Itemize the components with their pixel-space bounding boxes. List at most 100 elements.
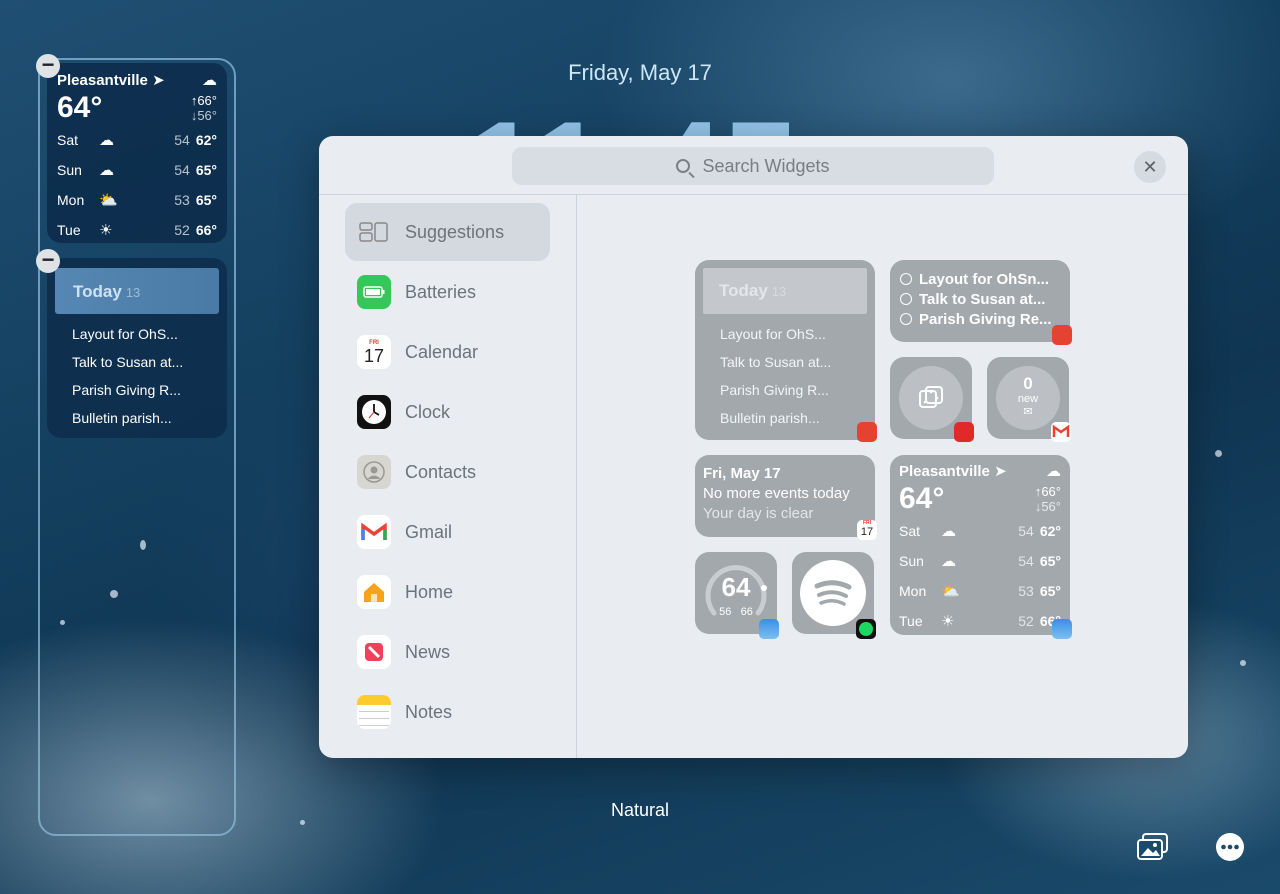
gmail-unread-label: new [1017, 393, 1039, 405]
checkbox-icon [900, 293, 912, 305]
search-widgets-field[interactable]: Search Widgets [512, 147, 994, 185]
weather-widget-lock[interactable]: Pleasantville ➤ ☁ 64° ↑66° ↓56° Sat ☁ 54 62… [47, 63, 227, 243]
wallpaper-style-label: Natural [610, 800, 670, 820]
sidebar-item-notes[interactable]: Notes [345, 683, 550, 741]
background-speck [1240, 660, 1246, 666]
dice-icon [899, 366, 963, 430]
reminder-item: Talk to Susan at... [720, 354, 832, 370]
sidebar-item-batteries[interactable]: Batteries [345, 263, 550, 321]
calendar-badge-icon: FRI 17 [857, 520, 877, 540]
sidebar-item-home[interactable]: Home [345, 563, 550, 621]
home-icon [357, 575, 391, 609]
reminders-widget-lock[interactable]: Today 13 Layout for OhS... Talk to Susan … [47, 258, 227, 438]
sidebar-item-contacts[interactable]: Contacts [345, 443, 550, 501]
weather-low: ↓56° [190, 108, 217, 123]
widget-suggestions-grid: Today 13 Layout for OhS... Talk to Susan … [577, 195, 1188, 758]
calendar-status: Your day is clear [703, 505, 814, 522]
calendar-widget-suggestion[interactable]: Fri, May 17 No more events today Your da… [695, 455, 875, 537]
todoist-badge-icon [857, 422, 877, 442]
sun-icon: ☀ [941, 613, 955, 630]
weather-city: Pleasantville ➤ [899, 463, 1007, 480]
reminder-item: Layout for OhS... [72, 326, 178, 342]
remove-widget-button[interactable]: − [36, 249, 60, 273]
background-speck [1215, 450, 1222, 457]
calendar-icon: FRI 17 [357, 335, 391, 369]
search-icon [676, 159, 691, 173]
weather-temp: 64° [899, 482, 945, 515]
gauge-low: 56 [719, 606, 732, 618]
photos-button[interactable] [1136, 832, 1168, 862]
cloud-icon: ☁ [202, 72, 217, 89]
gauge-temp: 64 [721, 572, 751, 602]
forecast-row: Mon ⛅ 53 65° [57, 192, 217, 209]
remove-widget-button[interactable]: − [36, 54, 60, 78]
app-badge-icon [954, 422, 974, 442]
gmail-unread-count: 0 [1023, 374, 1033, 393]
photos-icon [1137, 833, 1168, 860]
mail-icon: ✉ [1023, 406, 1033, 418]
reminder-item: Bulletin parish... [72, 410, 172, 426]
close-button[interactable]: ✕ [1134, 151, 1166, 183]
sun-icon: ☀ [99, 222, 113, 239]
sidebar-item-suggestions[interactable]: Suggestions [345, 203, 550, 261]
cloud-icon: ☁ [941, 523, 956, 540]
news-icon [357, 635, 391, 669]
forecast-row: Tue ☀ 52 66° [57, 222, 217, 239]
spotify-badge-icon [856, 619, 876, 639]
location-arrow-icon: ➤ [994, 463, 1007, 480]
reminders-title: Today [73, 282, 122, 301]
weather-high: ↑66° [1034, 484, 1061, 499]
todoist-badge-icon [1052, 325, 1072, 345]
checkbox-icon [900, 313, 912, 325]
notes-icon [357, 695, 391, 729]
sidebar-item-gmail[interactable]: Gmail [345, 503, 550, 561]
sidebar-item-clock[interactable]: Clock [345, 383, 550, 441]
gauge-high: 66 [740, 606, 753, 618]
reminders-widget-suggestion[interactable]: Today 13 Layout for OhS... Talk to Susan … [695, 260, 875, 440]
todo-widget-suggestion[interactable]: Layout for OhSn... Talk to Susan at... P… [890, 260, 1070, 342]
widget-gallery-panel: Search Widgets ✕ Suggestions Batteries F… [319, 136, 1188, 758]
forecast-row: Mon ⛅ 53 65° [899, 583, 1061, 600]
suggestions-icon [357, 215, 391, 249]
reminder-item: Parish Giving R... [72, 382, 181, 398]
calendar-events: No more events today [703, 485, 850, 502]
cloud-icon: ☁ [941, 553, 956, 570]
cloud-icon: ☁ [99, 132, 114, 149]
cloud-icon: ☁ [1046, 463, 1061, 480]
forecast-row: Sun ☁ 54 65° [57, 162, 217, 179]
close-icon: ✕ [1142, 157, 1158, 177]
forecast-row: Sat ☁ 54 62° [57, 132, 217, 149]
reminder-item: Talk to Susan at... [72, 354, 184, 370]
reminder-item: Layout for OhS... [720, 326, 826, 342]
gmail-badge-icon [1051, 422, 1071, 442]
reminder-item: Bulletin parish... [720, 410, 820, 426]
reminder-item: Parish Giving R... [720, 382, 829, 398]
cloud-icon: ☁ [99, 162, 114, 179]
forecast-row: Tue ☀ 52 66° [899, 613, 1061, 630]
partly-sunny-icon: ⛅ [99, 192, 118, 209]
weather-high: ↑66° [190, 93, 217, 108]
location-arrow-icon: ➤ [152, 72, 165, 89]
partly-sunny-icon: ⛅ [941, 583, 960, 600]
weather-widget-suggestion[interactable]: Pleasantville ➤ ☁ 64° ↑66° ↓56° Sat ☁ 54 62… [890, 455, 1070, 635]
forecast-row: Sat ☁ 54 62° [899, 523, 1061, 540]
weather-badge-icon [1052, 619, 1072, 639]
weather-low: ↓56° [1034, 499, 1061, 514]
more-options-button[interactable] [1215, 832, 1245, 862]
gmail-icon [357, 515, 391, 549]
sidebar-item-calendar[interactable]: FRI 17 Calendar [345, 323, 550, 381]
ellipsis-icon [1216, 833, 1244, 861]
reminders-count: 13 [125, 285, 141, 300]
forecast-row: Sun ☁ 54 65° [899, 553, 1061, 570]
weather-temp: 64° [57, 91, 103, 124]
widget-sidebar: Suggestions Batteries FRI 17 Calendar Cl… [319, 195, 577, 758]
clock-icon [357, 395, 391, 429]
weather-badge-icon [759, 619, 779, 639]
sidebar-item-news[interactable]: News [345, 623, 550, 681]
checkbox-icon [900, 273, 912, 285]
weather-city: Pleasantville ➤ [57, 72, 165, 89]
spotify-icon [800, 560, 866, 626]
batteries-icon [357, 275, 391, 309]
contacts-icon [357, 455, 391, 489]
calendar-date: Fri, May 17 [703, 465, 781, 482]
